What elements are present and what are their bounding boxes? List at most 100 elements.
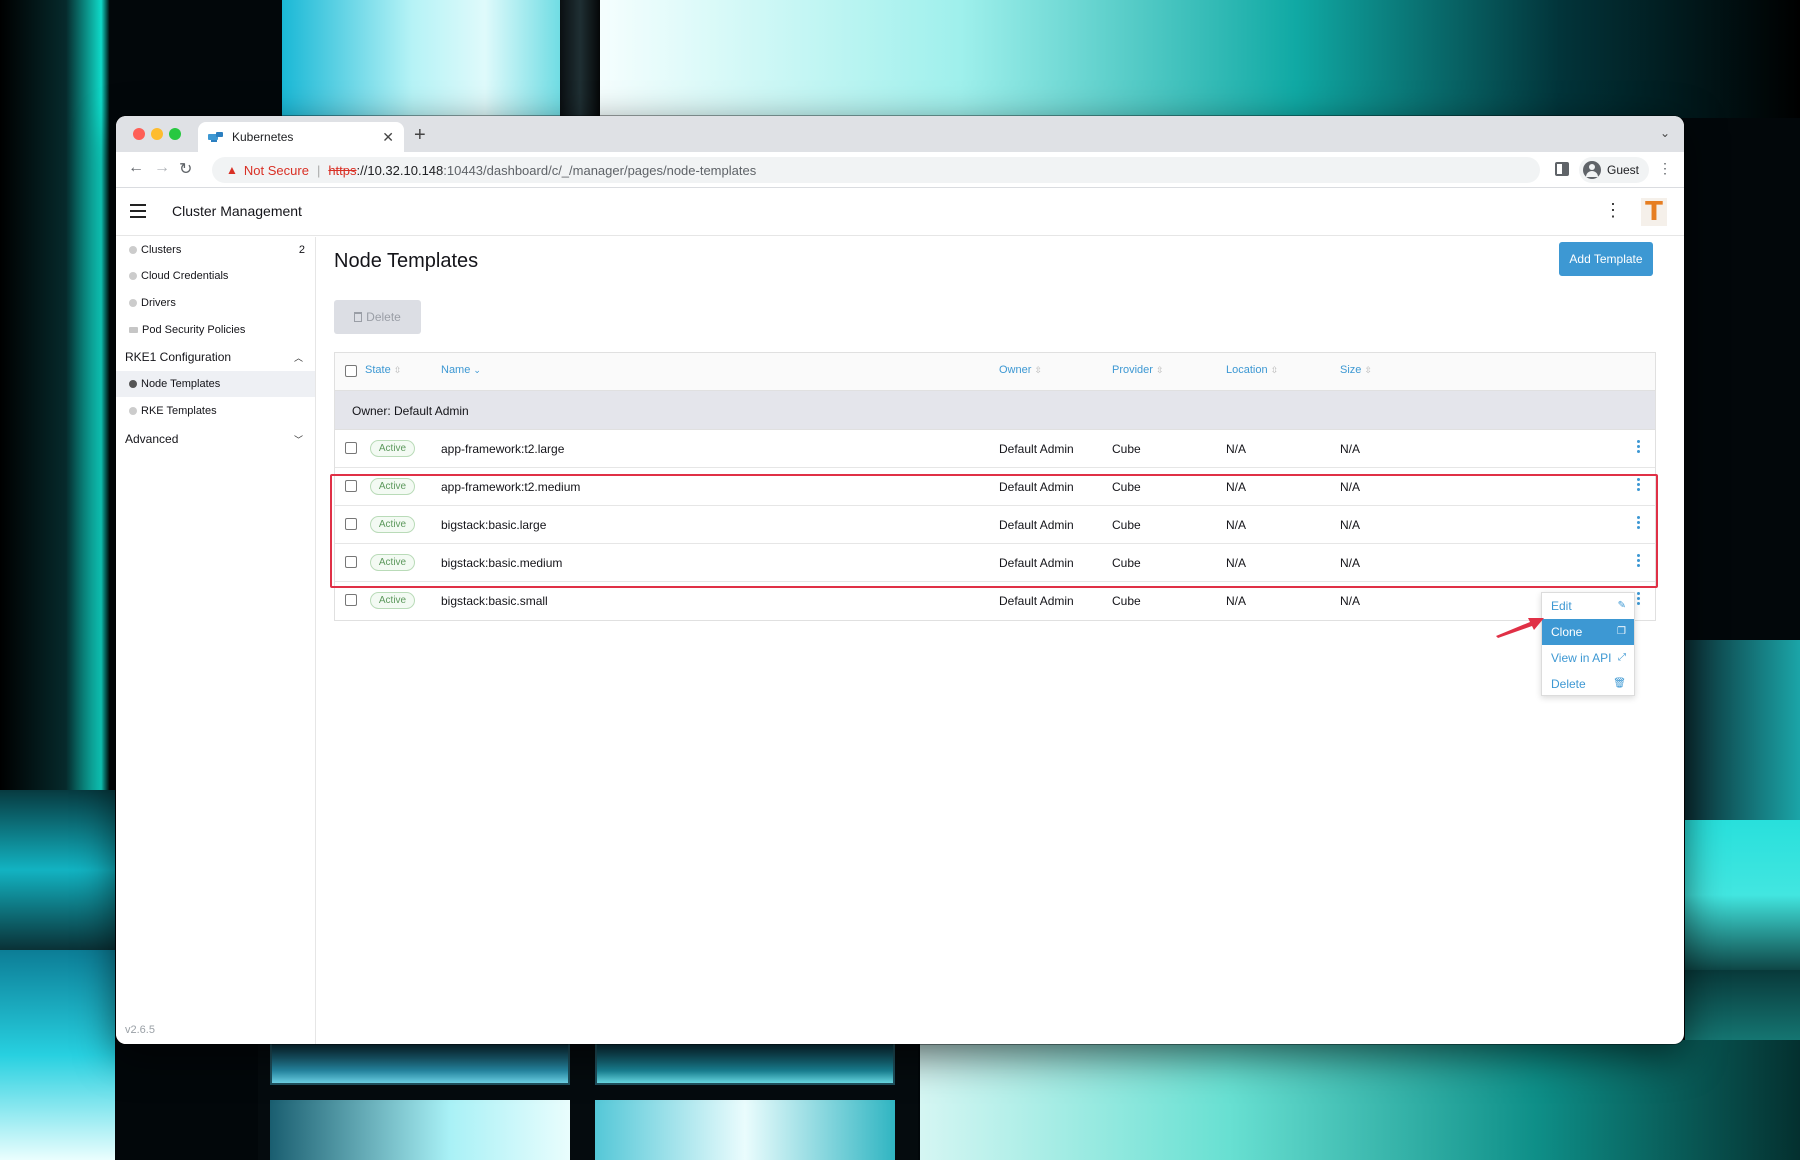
sort-icon: ⌄ — [473, 365, 481, 375]
column-header-state[interactable]: State ⇳ — [365, 364, 401, 376]
row-actions-icon[interactable] — [1637, 516, 1641, 530]
template-owner: Default Admin — [999, 442, 1074, 456]
sidebar-group-advanced[interactable]: Advanced ﹀ — [116, 426, 315, 452]
menu-item-label: Edit — [1551, 599, 1572, 613]
template-name: bigstack:basic.medium — [441, 556, 563, 570]
table-row[interactable]: Active bigstack:basic.small Default Admi… — [335, 582, 1655, 620]
sidebar-item-cloud-credentials[interactable]: Cloud Credentials — [116, 263, 315, 289]
column-header-location[interactable]: Location ⇳ — [1226, 364, 1278, 376]
row-checkbox[interactable] — [345, 594, 357, 606]
sidebar-item-label: Clusters — [141, 244, 182, 256]
browser-window: Kubernetes ✕ + ⌄ ← → ↻ ▲ Not Secure | ht… — [116, 116, 1684, 1044]
hamburger-menu-icon[interactable] — [130, 204, 146, 218]
sidebar-item-pod-security-policies[interactable]: Pod Security Policies — [116, 317, 315, 343]
table-row[interactable]: Active bigstack:basic.medium Default Adm… — [335, 544, 1655, 582]
template-name: app-framework:t2.large — [441, 442, 565, 456]
row-actions-icon[interactable] — [1637, 554, 1641, 568]
template-provider: Cube — [1112, 518, 1141, 532]
tab-search-chevron-icon[interactable]: ⌄ — [1660, 126, 1670, 140]
template-location: N/A — [1226, 556, 1247, 570]
group-label: Owner: Default Admin — [352, 404, 469, 418]
row-checkbox[interactable] — [345, 480, 357, 492]
sidebar-item-drivers[interactable]: Drivers — [116, 290, 315, 316]
tab-strip: Kubernetes ✕ + ⌄ — [116, 116, 1684, 152]
table-row[interactable]: Active app-framework:t2.medium Default A… — [335, 468, 1655, 506]
menu-item-clone[interactable]: Clone ❐ — [1542, 619, 1634, 645]
url-scheme: https — [328, 162, 357, 178]
row-actions-icon[interactable] — [1637, 592, 1641, 606]
template-provider: Cube — [1112, 556, 1141, 570]
browser-tab[interactable]: Kubernetes ✕ — [198, 122, 404, 152]
cluster-count: 2 — [298, 244, 305, 256]
row-actions-icon[interactable] — [1637, 478, 1641, 492]
column-header-provider[interactable]: Provider ⇳ — [1112, 364, 1164, 376]
add-template-button[interactable]: Add Template — [1559, 242, 1653, 276]
sidebar-item-label: Node Templates — [141, 378, 221, 390]
annotation-arrow-icon — [1496, 618, 1544, 638]
profile-button[interactable]: Guest — [1579, 157, 1650, 183]
page-title: Node Templates — [334, 250, 479, 272]
person-icon — [1583, 161, 1601, 179]
row-checkbox[interactable] — [345, 518, 357, 530]
url-host: ://10.32.10.148 — [356, 162, 444, 178]
address-separator: | — [316, 162, 321, 178]
template-size: N/A — [1340, 594, 1361, 608]
row-checkbox[interactable] — [345, 556, 357, 568]
sidebar-item-label: Pod Security Policies — [142, 324, 246, 336]
status-badge: Active — [370, 554, 415, 571]
browser-menu-icon[interactable]: ⋮ — [1658, 160, 1672, 177]
menu-item-edit[interactable]: Edit ✎ — [1542, 593, 1634, 619]
user-avatar[interactable]: T — [1641, 197, 1667, 227]
row-actions-menu: Edit ✎ Clone ❐ View in API ⤢ Delete 🗑 — [1541, 592, 1635, 696]
header-more-icon[interactable]: ⋮ — [1604, 200, 1622, 221]
column-header-owner[interactable]: Owner ⇳ — [999, 364, 1042, 376]
template-name: app-framework:t2.medium — [441, 480, 581, 494]
new-tab-button[interactable]: + — [414, 124, 426, 147]
minimize-window-button[interactable] — [151, 128, 163, 140]
tab-title: Kubernetes — [232, 130, 294, 144]
external-link-icon: ⤢ — [1618, 652, 1626, 663]
sidebar-item-rke-templates[interactable]: RKE Templates — [116, 398, 315, 424]
template-location: N/A — [1226, 480, 1247, 494]
menu-item-label: Clone — [1551, 625, 1583, 639]
column-header-size[interactable]: Size ⇳ — [1340, 364, 1372, 376]
template-location: N/A — [1226, 518, 1247, 532]
sidebar-item-label: RKE Templates — [141, 405, 217, 417]
status-badge: Active — [370, 440, 415, 457]
side-panel-icon[interactable] — [1555, 162, 1569, 176]
template-location: N/A — [1226, 594, 1247, 608]
sidebar-group-label: RKE1 Configuration — [125, 350, 232, 364]
bulk-delete-button[interactable]: Delete — [334, 300, 421, 334]
security-label: Not Secure — [243, 162, 309, 178]
select-all-checkbox[interactable] — [345, 365, 357, 377]
sidebar-item-node-templates[interactable]: Node Templates — [116, 371, 315, 397]
version-label: v2.6.5 — [125, 1024, 155, 1036]
menu-item-delete[interactable]: Delete 🗑 — [1542, 671, 1634, 697]
status-badge: Active — [370, 516, 415, 533]
forward-arrow-icon[interactable]: → — [154, 159, 170, 177]
sort-icon: ⇳ — [1270, 365, 1279, 375]
copy-icon: ❐ — [1617, 626, 1626, 637]
trash-icon — [354, 312, 363, 322]
sidebar-item-clusters[interactable]: Clusters 2 — [116, 237, 315, 263]
circle-icon — [129, 272, 137, 280]
sort-icon: ⇳ — [1034, 365, 1042, 375]
back-arrow-icon[interactable]: ← — [128, 159, 144, 177]
row-actions-icon[interactable] — [1637, 440, 1641, 454]
template-size: N/A — [1340, 518, 1361, 532]
reload-icon[interactable]: ↻ — [179, 159, 192, 179]
maximize-window-button[interactable] — [169, 128, 181, 140]
trash-icon: 🗑 — [1613, 678, 1626, 689]
close-tab-icon[interactable]: ✕ — [382, 129, 394, 146]
kubernetes-favicon-icon — [208, 132, 223, 142]
table-row[interactable]: Active app-framework:t2.large Default Ad… — [335, 430, 1655, 468]
sidebar-group-rke1-configuration[interactable]: RKE1 Configuration ︿ — [116, 344, 315, 370]
menu-item-view-in-api[interactable]: View in API ⤢ — [1542, 645, 1634, 671]
address-bar[interactable]: ▲ Not Secure | https ://10.32.10.148 :10… — [212, 157, 1540, 183]
column-header-name[interactable]: Name ⌄ — [441, 364, 481, 376]
row-checkbox[interactable] — [345, 442, 357, 454]
close-window-button[interactable] — [133, 128, 145, 140]
sidebar-group-label: Advanced — [125, 432, 179, 446]
table-row[interactable]: Active bigstack:basic.large Default Admi… — [335, 506, 1655, 544]
template-name: bigstack:basic.small — [441, 594, 548, 608]
